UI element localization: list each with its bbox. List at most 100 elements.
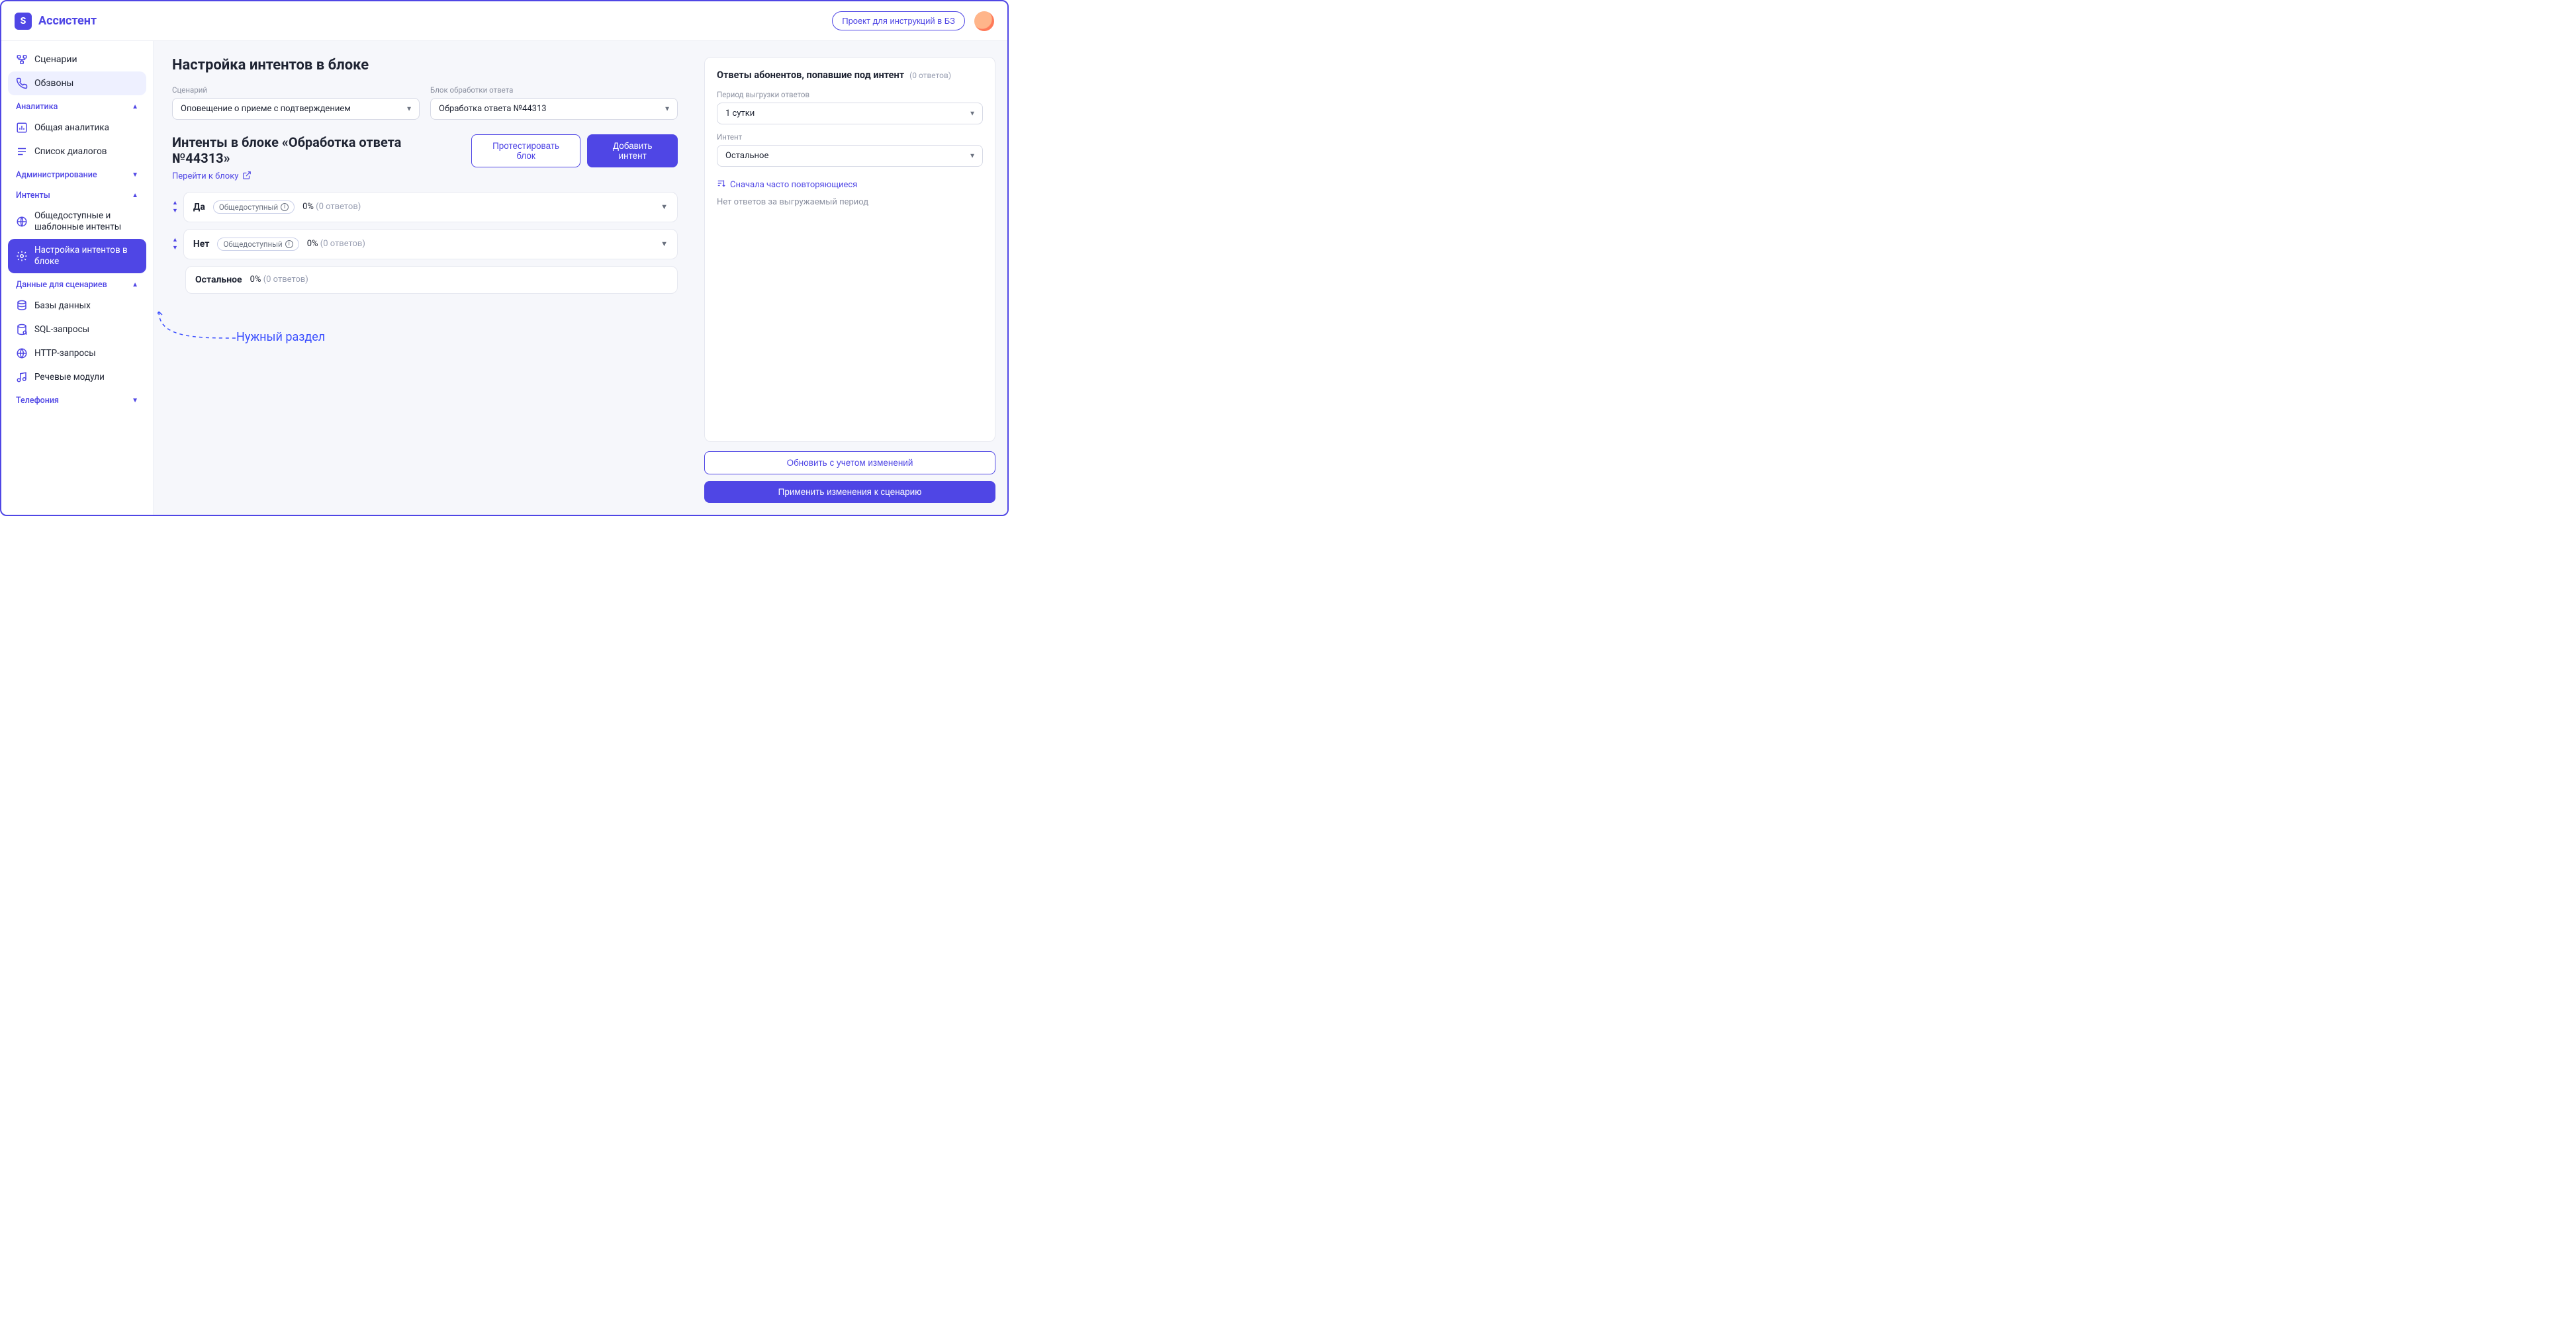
main-column: Настройка интентов в блоке Сценарий Опов…	[154, 41, 696, 515]
intent-stats: 0% (0 ответов)	[302, 202, 361, 212]
intent-row: Остальное 0% (0 ответов)	[172, 266, 678, 294]
chevron-up-icon: ▲	[132, 192, 138, 199]
test-block-button[interactable]: Протестировать блок	[471, 134, 581, 167]
chevron-down-icon: ▼	[969, 110, 976, 117]
add-intent-button[interactable]: Добавить интент	[587, 134, 678, 167]
public-tag[interactable]: Общедоступный i	[213, 200, 295, 214]
sidebar-section-scenario-data[interactable]: Данные для сценариев ▲	[8, 273, 146, 294]
sidebar-section-analytics[interactable]: Аналитика ▲	[8, 95, 146, 116]
intent-card-no: Нет Общедоступный i 0% (0 ответов) ▼	[183, 229, 678, 259]
chevron-down-icon: ▼	[132, 171, 138, 179]
selector-row: Сценарий Оповещение о приеме с подтвержд…	[172, 85, 678, 120]
brand-logo-icon: S	[15, 13, 32, 30]
empty-message: Нет ответов за выгружаемый период	[717, 197, 983, 207]
sidebar-item-public-template-intents[interactable]: Общедоступные и шаблонные интенты	[8, 204, 146, 239]
panel-title-text: Ответы абонентов, попавшие под интент	[717, 69, 904, 81]
chart-icon	[16, 122, 28, 134]
section-title: Телефония	[16, 396, 59, 406]
right-actions: Обновить с учетом изменений Применить из…	[704, 451, 995, 503]
app-frame: S Ассистент Проект для инструкций в БЗ С…	[0, 0, 1009, 516]
section-title: Данные для сценариев	[16, 280, 107, 290]
avatar[interactable]	[974, 11, 994, 31]
tag-label: Общедоступный	[223, 240, 282, 249]
sidebar-item-label: Базы данных	[34, 300, 91, 311]
scenario-label: Сценарий	[172, 85, 420, 95]
chevron-up-icon: ▲	[132, 103, 138, 110]
answers-count: (0 ответов)	[316, 202, 361, 212]
period-select[interactable]: 1 сутки ▼	[717, 103, 983, 124]
refresh-button[interactable]: Обновить с учетом изменений	[704, 451, 995, 474]
sidebar-item-databases[interactable]: Базы данных	[8, 294, 146, 318]
expand-intent-button[interactable]: ▼	[661, 202, 668, 211]
intent-list: ▲ ▼ Да Общедоступный i 0% (0 ответов)	[172, 192, 678, 294]
info-icon: i	[285, 240, 293, 248]
speech-icon	[16, 371, 28, 383]
chevron-down-icon: ▼	[132, 397, 138, 404]
phone-icon	[16, 77, 28, 89]
answers-count: (0 ответов)	[320, 239, 365, 249]
chevron-up-icon: ▲	[172, 236, 178, 243]
sort-toggle[interactable]: Сначала часто повторяющиеся	[717, 179, 983, 191]
intent-filter-select[interactable]: Остальное ▼	[717, 145, 983, 167]
section-title: Администрирование	[16, 170, 97, 180]
intent-name: Нет	[193, 239, 210, 249]
apply-to-scenario-button[interactable]: Применить изменения к сценарию	[704, 481, 995, 503]
flow-icon	[16, 54, 28, 66]
sidebar-item-http-requests[interactable]: HTTP-запросы	[8, 341, 146, 365]
brand[interactable]: S Ассистент	[15, 13, 97, 30]
right-column: Ответы абонентов, попавшие под интент (0…	[696, 41, 1007, 515]
block-select[interactable]: Обработка ответа №44313 ▼	[430, 98, 678, 120]
sidebar-section-intents[interactable]: Интенты ▲	[8, 184, 146, 204]
sidebar-item-label: Настройка интентов в блоке	[34, 245, 138, 267]
block-label: Блок обработки ответа	[430, 85, 678, 95]
panel-answer-count: (0 ответов)	[909, 71, 951, 80]
answers-panel: Ответы абонентов, попавшие под интент (0…	[704, 57, 995, 442]
go-to-block-link[interactable]: Перейти к блоку	[172, 171, 252, 183]
project-button[interactable]: Проект для инструкций в БЗ	[832, 11, 965, 30]
answers-count: (0 ответов)	[263, 275, 308, 285]
content-area: Настройка интентов в блоке Сценарий Опов…	[154, 41, 1007, 515]
sidebar-item-label: Общедоступные и шаблонные интенты	[34, 210, 138, 233]
intent-row: ▲ ▼ Нет Общедоступный i 0% (0 ответов	[172, 229, 678, 259]
annotation-label: Нужный раздел	[236, 330, 325, 344]
section-title: Аналитика	[16, 102, 58, 112]
intent-filter-label: Интент	[717, 132, 983, 142]
intent-row: ▲ ▼ Да Общедоступный i 0% (0 ответов)	[172, 192, 678, 222]
sidebar-item-speech-modules[interactable]: Речевые модули	[8, 365, 146, 389]
page-title: Настройка интентов в блоке	[172, 57, 678, 73]
sidebar-section-telephony[interactable]: Телефония ▼	[8, 389, 146, 410]
chevron-up-icon: ▲	[172, 199, 178, 206]
go-to-block-label: Перейти к блоку	[172, 171, 238, 181]
database-icon	[16, 300, 28, 312]
reorder-handle[interactable]: ▲ ▼	[172, 236, 178, 251]
sidebar-section-administration[interactable]: Администрирование ▼	[8, 163, 146, 184]
sort-label: Сначала часто повторяющиеся	[730, 180, 857, 190]
intent-name: Остальное	[195, 275, 242, 285]
sidebar: Сценарии Обзвоны Аналитика ▲ Общая анали…	[1, 41, 154, 515]
sidebar-item-general-analytics[interactable]: Общая аналитика	[8, 116, 146, 140]
block-value: Обработка ответа №44313	[439, 104, 547, 114]
chevron-down-icon: ▼	[172, 244, 178, 251]
answers-panel-title: Ответы абонентов, попавшие под интент (0…	[717, 69, 983, 81]
percent: 0%	[302, 202, 314, 212]
intent-stats: 0% (0 ответов)	[250, 275, 308, 285]
sidebar-item-label: HTTP-запросы	[34, 348, 96, 359]
percent: 0%	[250, 275, 261, 285]
reorder-handle[interactable]: ▲ ▼	[172, 199, 178, 214]
sort-icon	[717, 179, 726, 191]
sidebar-item-sql-queries[interactable]: SQL-запросы	[8, 318, 146, 341]
sidebar-item-dialog-list[interactable]: Список диалогов	[8, 140, 146, 163]
chevron-down-icon: ▼	[406, 105, 412, 112]
external-link-icon	[242, 171, 252, 183]
public-tag[interactable]: Общедоступный i	[217, 238, 299, 251]
sidebar-item-intent-block-settings[interactable]: Настройка интентов в блоке	[8, 239, 146, 273]
block-header: Интенты в блоке «Обработка ответа №44313…	[172, 134, 678, 183]
tag-label: Общедоступный	[219, 202, 278, 212]
sidebar-item-scenarios[interactable]: Сценарии	[8, 48, 146, 71]
sidebar-item-calls[interactable]: Обзвоны	[8, 71, 146, 95]
intent-filter-value: Остальное	[725, 151, 768, 161]
expand-intent-button[interactable]: ▼	[661, 240, 668, 248]
chevron-down-icon: ▼	[664, 105, 670, 112]
scenario-select[interactable]: Оповещение о приеме с подтверждением ▼	[172, 98, 420, 120]
period-value: 1 сутки	[725, 109, 755, 118]
